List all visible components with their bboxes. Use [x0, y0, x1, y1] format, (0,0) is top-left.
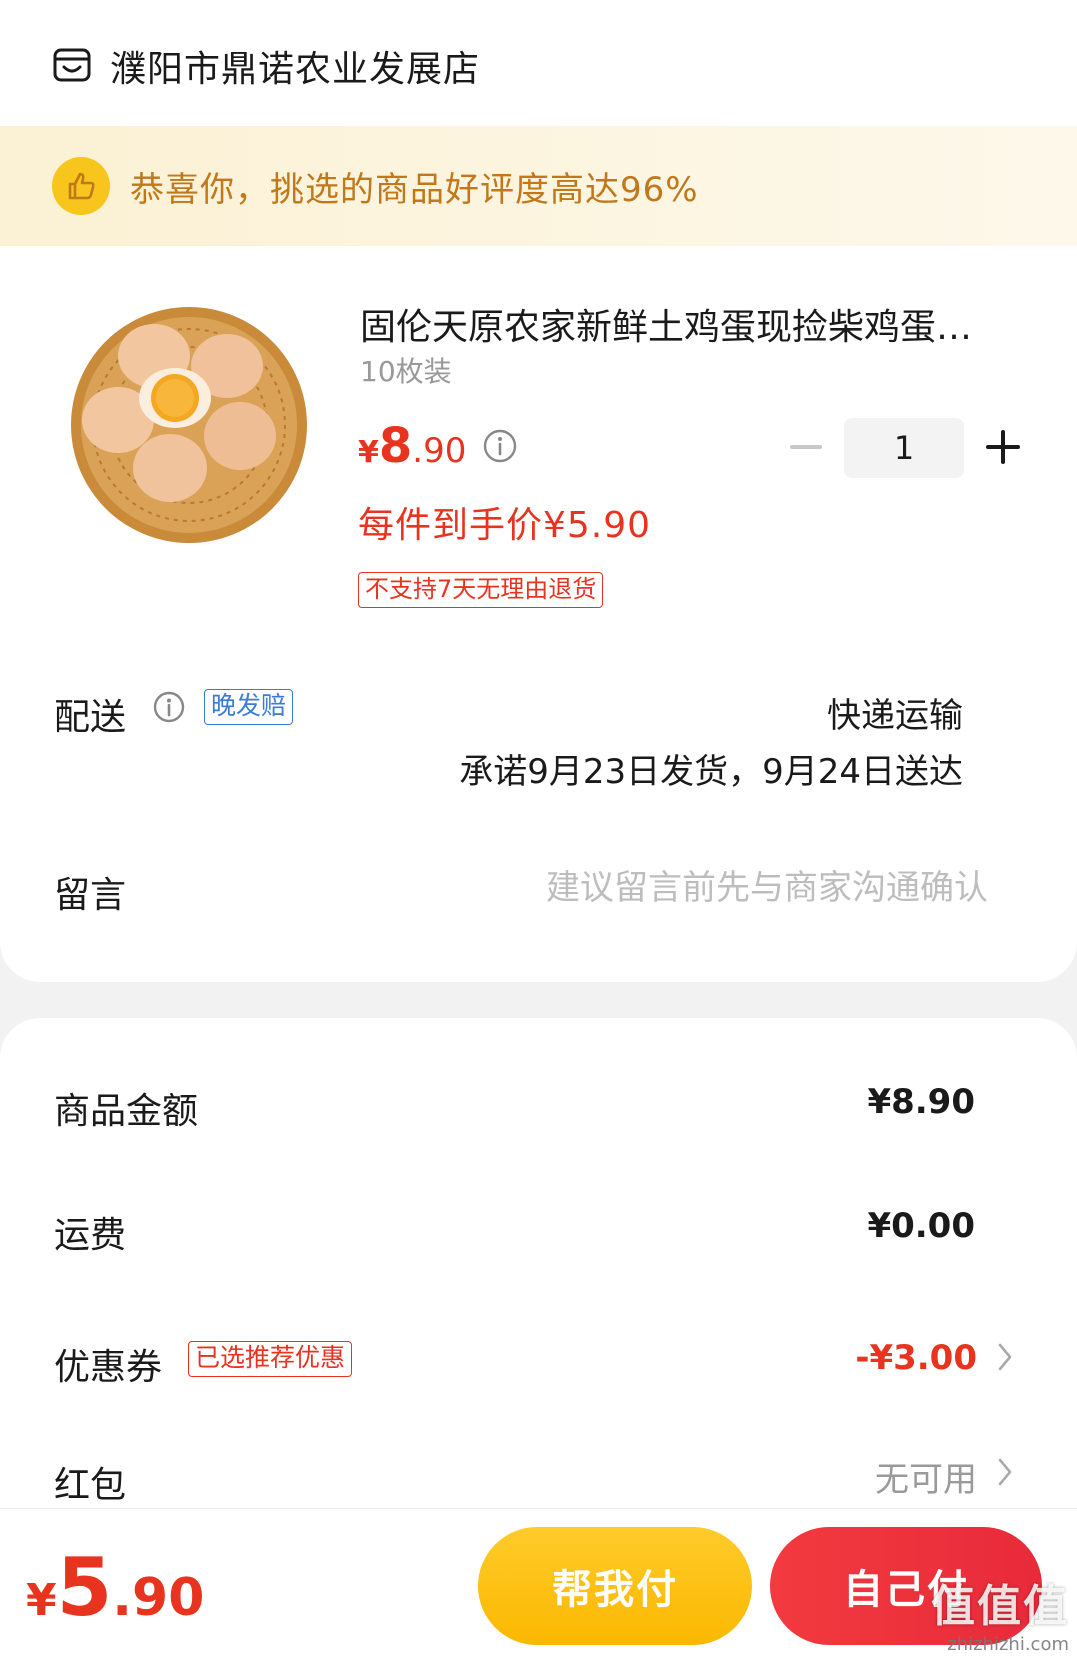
- red-packet-value[interactable]: 无可用: [875, 1452, 977, 1501]
- goods-amount-value: ¥8.90: [867, 1082, 975, 1122]
- order-card: 濮阳市鼎诺农业发展店 恭喜你，挑选的商品好评度高达96% 固伦天原农家新鲜土鸡蛋…: [0, 0, 1077, 982]
- quantity-increase-button[interactable]: [984, 428, 1022, 466]
- help-me-pay-button[interactable]: 帮我付: [478, 1527, 752, 1645]
- chevron-right-icon[interactable]: [995, 1340, 1015, 1374]
- product-spec: 10枚装: [360, 355, 452, 388]
- product-image[interactable]: [62, 298, 316, 552]
- price-decimal: .90: [412, 431, 467, 471]
- chevron-right-icon[interactable]: [995, 1455, 1015, 1489]
- price-currency: ¥: [358, 435, 379, 470]
- banner-text: 恭喜你，挑选的商品好评度高达96%: [130, 169, 699, 210]
- return-policy-tag: 不支持7天无理由退货: [358, 572, 604, 608]
- checkout-bar: ¥ 5 .90 帮我付 自己付 值值值 zhizhizhi.com: [0, 1508, 1077, 1659]
- shipping-fee-value: ¥0.00: [867, 1206, 975, 1246]
- watermark: 值值值 zhizhizhi.com: [931, 1570, 1069, 1655]
- total-currency: ¥: [26, 1575, 57, 1626]
- total-decimal: .90: [112, 1568, 205, 1628]
- coupon-value[interactable]: -¥3.00: [855, 1338, 977, 1378]
- message-label: 留言: [54, 875, 127, 916]
- delivery-info-icon[interactable]: [152, 690, 186, 724]
- delivery-method: 快递运输: [827, 696, 963, 736]
- product-price: ¥ 8 .90: [358, 418, 466, 474]
- total-integer: 5: [56, 1541, 113, 1634]
- coupon-tag: 已选推荐优惠: [188, 1341, 353, 1377]
- watermark-mark: 值值值: [931, 1581, 1069, 1632]
- red-packet-label[interactable]: 红包: [54, 1456, 126, 1508]
- rating-banner: 恭喜你，挑选的商品好评度高达96%: [0, 126, 1077, 246]
- late-ship-compensation-tag: 晚发赔: [204, 689, 294, 725]
- shop-header[interactable]: 濮阳市鼎诺农业发展店: [52, 36, 480, 96]
- delivery-label: 配送: [54, 697, 127, 738]
- minus-icon: [790, 445, 822, 449]
- total-price: ¥ 5 .90: [26, 1541, 204, 1634]
- goods-amount-label: 商品金额: [54, 1091, 199, 1132]
- watermark-url: zhizhizhi.com: [947, 1634, 1069, 1655]
- price-integer: 8: [378, 418, 413, 474]
- thumbs-up-icon: [52, 157, 110, 215]
- coupon-label[interactable]: 优惠券: [54, 1338, 162, 1390]
- product-title[interactable]: 固伦天原农家新鲜土鸡蛋现捡柴鸡蛋…: [360, 298, 1020, 350]
- quantity-decrease-button[interactable]: [786, 435, 826, 459]
- delivery-promise: 承诺9月23日发货，9月24日送达: [459, 752, 963, 792]
- price-info-icon[interactable]: [482, 428, 518, 464]
- shop-name: 濮阳市鼎诺农业发展店: [110, 49, 481, 90]
- shipping-fee-label: 运费: [54, 1215, 127, 1256]
- quantity-input[interactable]: 1: [844, 418, 964, 478]
- shop-icon: [53, 48, 91, 82]
- deal-price: 每件到手价¥5.90: [358, 505, 652, 546]
- message-input[interactable]: [420, 860, 988, 916]
